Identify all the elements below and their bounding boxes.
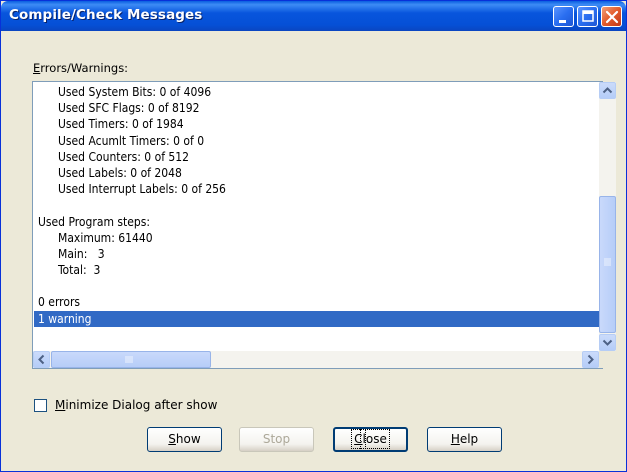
maximize-icon [582, 10, 594, 22]
message-line[interactable]: 0 errors [34, 294, 599, 310]
minimize-button[interactable] [553, 6, 574, 27]
message-line[interactable]: Used Labels: 0 of 2048 [34, 165, 599, 181]
message-line[interactable]: Used Counters: 0 of 512 [34, 149, 599, 165]
chevron-down-icon [602, 339, 613, 346]
scrollbar-corner [599, 351, 616, 368]
title-bar[interactable]: Compile/Check Messages [1, 1, 626, 31]
vertical-scrollbar[interactable] [599, 82, 616, 351]
horizontal-scrollbar[interactable] [33, 351, 599, 368]
help-button-label: Help [450, 432, 479, 446]
compile-check-dialog: Compile/Check Messages Errors/Warnings: … [0, 0, 627, 472]
maximize-button[interactable] [577, 6, 598, 27]
stop-button[interactable]: Stop [239, 427, 314, 452]
message-line[interactable] [34, 278, 599, 294]
minimize-dialog-checkbox[interactable] [34, 399, 47, 412]
chevron-up-icon [602, 87, 613, 94]
scroll-down-button[interactable] [599, 334, 616, 351]
message-line-selected[interactable]: 1 warning [34, 310, 599, 327]
message-line[interactable]: Used Interrupt Labels: 0 of 256 [34, 181, 599, 197]
chevron-left-icon [38, 354, 45, 365]
message-line[interactable]: Main: 3 [34, 246, 599, 262]
checkbox-label-rest: inimize Dialog after show [65, 398, 218, 412]
close-window-button[interactable] [601, 6, 622, 27]
grip-icon [125, 356, 133, 363]
errors-warnings-label: Errors/Warnings: [33, 61, 128, 75]
checkbox-label-mnemonic: M [55, 398, 66, 412]
vertical-scroll-thumb[interactable] [599, 196, 616, 333]
minimize-icon [559, 20, 566, 23]
message-line[interactable]: Used Program steps: [34, 214, 599, 230]
message-line[interactable] [34, 197, 599, 213]
message-line[interactable]: Total: 3 [34, 262, 599, 278]
scroll-right-button[interactable] [582, 351, 599, 368]
message-line[interactable]: Used System Bits: 0 of 4096 [34, 84, 599, 100]
errors-label-rest: rrors/Warnings: [40, 61, 129, 75]
message-line[interactable]: Used SFC Flags: 0 of 8192 [34, 100, 599, 116]
message-line[interactable]: Maximum: 61440 [34, 230, 599, 246]
chevron-right-icon [587, 354, 594, 365]
grip-icon [604, 258, 611, 266]
stop-button-label: Stop [262, 432, 291, 446]
scroll-left-button[interactable] [33, 351, 50, 368]
show-button-label: Show [168, 432, 201, 446]
help-button[interactable]: Help [427, 427, 502, 452]
messages-listbox[interactable]: Used System Bits: 0 of 4096 Used SFC Flag… [32, 81, 616, 369]
close-icon [605, 10, 619, 24]
message-line[interactable]: Used Acumlt Timers: 0 of 0 [34, 133, 599, 149]
close-button-label: Close [350, 429, 390, 449]
scroll-up-button[interactable] [599, 82, 616, 99]
horizontal-scroll-thumb[interactable] [51, 351, 211, 368]
messages-list: Used System Bits: 0 of 4096 Used SFC Flag… [34, 84, 599, 338]
close-button[interactable]: Close [333, 427, 408, 452]
message-line[interactable]: Used Timers: 0 of 1984 [34, 116, 599, 132]
show-button[interactable]: Show [147, 427, 222, 452]
minimize-dialog-label[interactable]: Minimize Dialog after show [55, 398, 217, 412]
window-title: Compile/Check Messages [9, 7, 203, 23]
